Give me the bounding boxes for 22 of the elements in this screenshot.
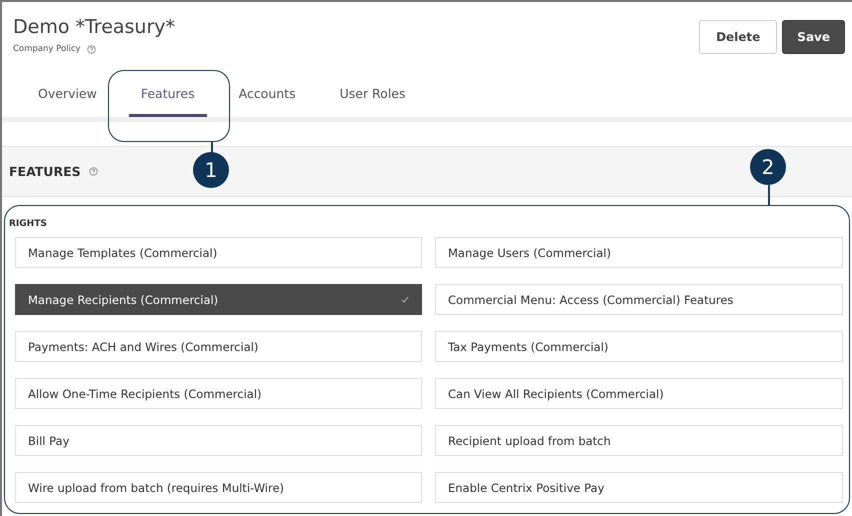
- page-title: Demo *Treasury*: [13, 16, 176, 38]
- right-option[interactable]: Tax Payments (Commercial): [435, 331, 843, 362]
- right-option[interactable]: Recipient upload from batch: [435, 425, 843, 456]
- delete-button[interactable]: Delete: [699, 20, 778, 54]
- tab[interactable]: User Roles: [328, 74, 418, 117]
- right-option[interactable]: Manage Templates (Commercial): [15, 237, 422, 268]
- right-option[interactable]: Manage Users (Commercial): [435, 237, 843, 268]
- tab[interactable]: Features: [128, 74, 207, 117]
- tab[interactable]: Accounts: [226, 74, 308, 117]
- tab[interactable]: Overview: [26, 74, 109, 117]
- right-option[interactable]: Payments: ACH and Wires (Commercial): [15, 331, 422, 362]
- right-option[interactable]: Bill Pay: [15, 425, 422, 456]
- rights-heading: RIGHTS: [9, 219, 48, 229]
- page-subtitle: Company Policy: [13, 44, 81, 54]
- right-option[interactable]: Commercial Menu: Access (Commercial) Features: [435, 284, 843, 315]
- save-button[interactable]: Save: [782, 20, 845, 54]
- right-option[interactable]: Enable Centrix Positive Pay: [435, 472, 843, 503]
- section-title: FEATURES: [9, 164, 81, 179]
- right-option[interactable]: Allow One-Time Recipients (Commercial): [15, 378, 422, 409]
- right-option[interactable]: Can View All Recipients (Commercial): [435, 378, 843, 409]
- right-option[interactable]: Wire upload from batch (requires Multi-Wire): [15, 472, 422, 503]
- right-option[interactable]: Manage Recipients (Commercial): [15, 284, 422, 315]
